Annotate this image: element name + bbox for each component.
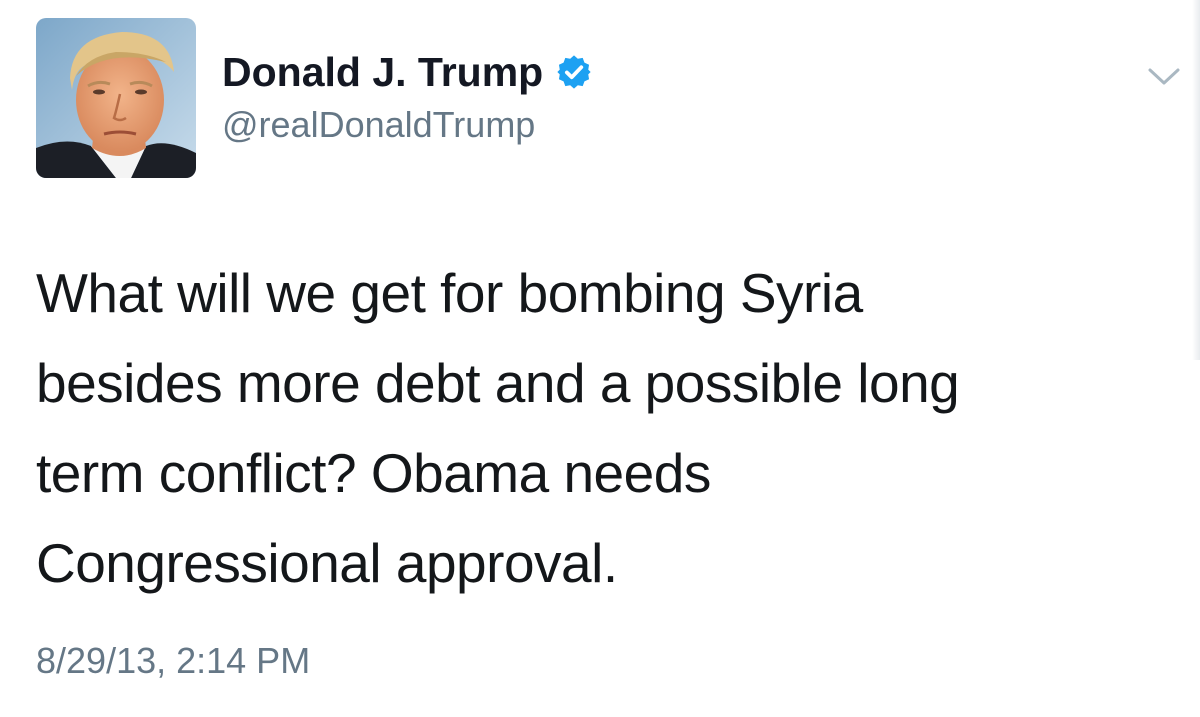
tweet-card: Donald J. Trump @realDonaldTrump What wi… — [0, 0, 1200, 717]
tweet-text-line: besides more debt and a possible long — [36, 352, 960, 414]
tweet-text-line: What will we get for bombing Syria — [36, 262, 863, 324]
scroll-edge — [1192, 0, 1200, 360]
verified-badge-icon — [555, 53, 593, 91]
avatar[interactable] — [36, 18, 196, 178]
author-name-row[interactable]: Donald J. Trump — [222, 46, 593, 98]
tweet-text-line: Congressional approval. — [36, 532, 618, 594]
display-name[interactable]: Donald J. Trump — [222, 49, 543, 96]
tweet-text: What will we get for bombing Syria besid… — [36, 248, 1136, 608]
profile-photo — [36, 18, 196, 178]
tweet-text-line: term conflict? Obama needs — [36, 442, 711, 504]
author-handle[interactable]: @realDonaldTrump — [222, 104, 535, 146]
tweet-timestamp[interactable]: 8/29/13, 2:14 PM — [36, 640, 310, 682]
chevron-down-icon[interactable] — [1138, 58, 1190, 94]
